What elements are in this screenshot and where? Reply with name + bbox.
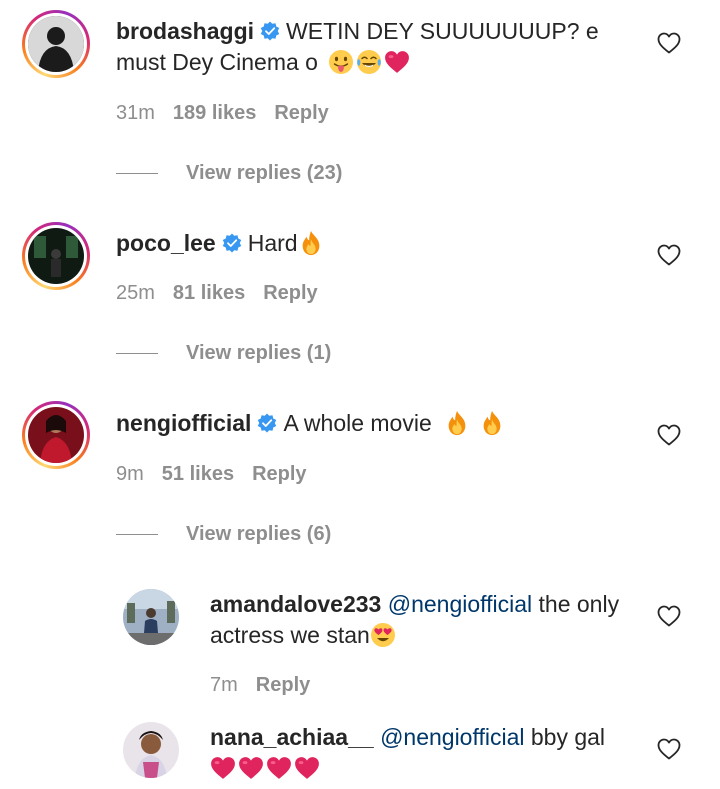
avatar-photo xyxy=(28,228,84,284)
person-silhouette-icon xyxy=(28,16,84,72)
heart-outline-icon[interactable] xyxy=(657,32,681,54)
divider-line xyxy=(116,533,158,536)
reply-button[interactable]: Reply xyxy=(274,102,328,124)
red-heart-emoji-icon xyxy=(238,755,264,781)
mention-link[interactable]: @nengiofficial xyxy=(388,591,532,617)
comment-text: nengiofficial A whole movie xyxy=(116,408,636,439)
fire-emoji-icon xyxy=(298,230,324,256)
avatar-photo xyxy=(28,407,84,463)
heart-outline-icon[interactable] xyxy=(657,605,681,627)
reply-button[interactable]: Reply xyxy=(256,674,310,696)
likes-count[interactable]: 81 likes xyxy=(173,282,245,304)
comment-body: Hard xyxy=(247,230,298,256)
reply-meta: 7m Reply xyxy=(210,674,328,697)
fire-emoji-icon xyxy=(479,410,505,436)
heart-outline-icon[interactable] xyxy=(657,738,681,760)
timestamp: 7m xyxy=(210,674,238,696)
reply-button[interactable]: Reply xyxy=(263,282,317,304)
likes-count[interactable]: 189 likes xyxy=(173,102,256,124)
divider-line xyxy=(116,172,158,175)
red-heart-emoji-icon xyxy=(266,755,292,781)
avatar-photo xyxy=(28,16,84,72)
username[interactable]: brodashaggi xyxy=(116,18,254,44)
tongue-face-emoji-icon xyxy=(328,49,354,75)
comment-body: A whole movie xyxy=(283,410,432,436)
heart-outline-icon[interactable] xyxy=(657,424,681,446)
timestamp: 9m xyxy=(116,463,144,485)
heart-eyes-emoji-icon xyxy=(370,622,396,648)
likes-count[interactable]: 51 likes xyxy=(162,463,234,485)
person-silhouette-icon xyxy=(28,228,84,284)
avatar[interactable] xyxy=(22,401,90,469)
person-silhouette-icon xyxy=(123,722,179,778)
view-replies-button[interactable]: View replies (1) xyxy=(116,342,331,365)
view-replies-button[interactable]: View replies (6) xyxy=(116,523,331,546)
comment-text: poco_lee Hard xyxy=(116,228,636,259)
comment-meta: 25m 81 likes Reply xyxy=(116,282,336,305)
tears-of-joy-emoji-icon xyxy=(356,49,382,75)
red-heart-emoji-icon xyxy=(384,49,410,75)
username[interactable]: nana_achiaa__ xyxy=(210,724,374,750)
username[interactable]: amandalove233 xyxy=(210,591,381,617)
avatar[interactable] xyxy=(123,589,179,645)
heart-outline-icon[interactable] xyxy=(657,244,681,266)
view-replies-label: View replies (23) xyxy=(186,162,343,184)
person-silhouette-icon xyxy=(123,589,179,645)
timestamp: 31m xyxy=(116,102,155,124)
comment-text: brodashaggi WETIN DEY SUUUUUUUP? e must D… xyxy=(116,16,636,78)
reply-text: amandalove233 @nengiofficial the only ac… xyxy=(210,589,630,651)
avatar[interactable] xyxy=(123,722,179,778)
mention-link[interactable]: @nengiofficial xyxy=(380,724,524,750)
view-replies-label: View replies (6) xyxy=(186,523,332,545)
reply-button[interactable]: Reply xyxy=(252,463,306,485)
reply-text: nana_achiaa__ @nengiofficial bby gal xyxy=(210,722,630,784)
avatar[interactable] xyxy=(22,222,90,290)
fire-emoji-icon xyxy=(444,410,470,436)
comment-meta: 9m 51 likes Reply xyxy=(116,463,325,486)
comment-meta: 31m 189 likes Reply xyxy=(116,102,347,125)
view-replies-button[interactable]: View replies (23) xyxy=(116,162,342,185)
person-silhouette-icon xyxy=(28,407,84,463)
red-heart-emoji-icon xyxy=(294,755,320,781)
username[interactable]: nengiofficial xyxy=(116,410,251,436)
reply-body: bby gal xyxy=(530,724,606,750)
red-heart-emoji-icon xyxy=(210,755,236,781)
avatar[interactable] xyxy=(22,10,90,78)
verified-badge-icon xyxy=(260,21,280,41)
divider-line xyxy=(116,352,158,355)
username[interactable]: poco_lee xyxy=(116,230,216,256)
verified-badge-icon xyxy=(222,233,242,253)
timestamp: 25m xyxy=(116,282,155,304)
view-replies-label: View replies (1) xyxy=(186,342,332,364)
verified-badge-icon xyxy=(257,413,277,433)
